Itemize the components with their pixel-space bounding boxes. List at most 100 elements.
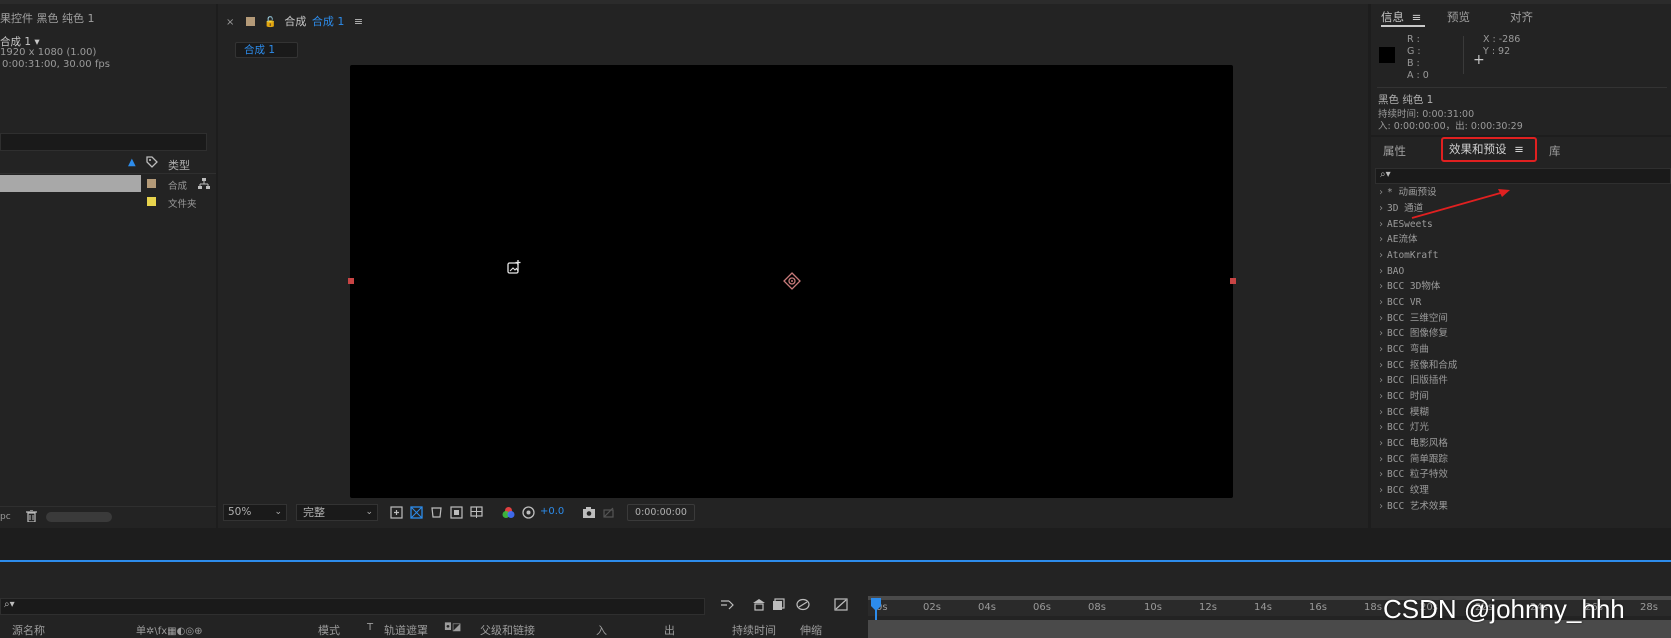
effects-tree-item[interactable]: › BCC 电影风格 — [1375, 436, 1448, 452]
timeline-column-headers: 源名称 单✲\fx▦◐◎⊕ 模式 T 轨道遮罩 ◘◪ 父级和链接 入 出 持续时… — [0, 622, 868, 638]
chevron-right-icon: › — [1378, 375, 1384, 386]
thumbnail-scroll-bar[interactable] — [46, 512, 112, 522]
info-a: A : 0 — [1407, 70, 1429, 81]
info-r: R : — [1407, 34, 1420, 45]
col-in[interactable]: 入 — [596, 622, 607, 638]
project-item-row-comp[interactable]: 合成 — [0, 175, 216, 192]
project-item-row-folder[interactable]: 文件夹 — [0, 193, 216, 210]
column-type-header[interactable]: 类型 — [168, 157, 190, 173]
mask-visibility-icon[interactable] — [430, 506, 443, 522]
snapshot-camera-icon[interactable] — [582, 506, 596, 522]
trash-icon[interactable] — [26, 509, 37, 525]
effects-tree-item[interactable]: › BCC 灯光 — [1375, 420, 1429, 436]
effects-tree-item[interactable]: › BCC 模糊 — [1375, 405, 1429, 421]
layer-handle-left[interactable] — [348, 278, 354, 284]
resolution-chevron-icon: ⌄ — [365, 507, 373, 517]
effects-tree-item[interactable]: › BCC 弯曲 — [1375, 342, 1429, 358]
col-t[interactable]: T — [367, 622, 373, 633]
color-channels-icon[interactable] — [502, 506, 515, 522]
transparency-grid-icon[interactable] — [410, 506, 423, 522]
image-plus-icon[interactable] — [507, 260, 521, 277]
matte-icons[interactable]: ◘◪ — [444, 622, 461, 633]
effects-tree-item[interactable]: › BCC 3D物体 — [1375, 279, 1440, 295]
show-snapshot-icon[interactable] — [602, 506, 615, 522]
fast-preview-icon[interactable] — [390, 506, 403, 522]
effects-presets-tab[interactable]: 效果和预设 ≡ — [1441, 137, 1537, 162]
col-mode[interactable]: 模式 — [318, 622, 340, 638]
preview-tab[interactable]: 预览 — [1447, 9, 1470, 25]
chevron-right-icon: › — [1378, 250, 1384, 261]
effects-tree-item[interactable]: › BCC 纹理 — [1375, 483, 1429, 499]
layer-handle-right[interactable] — [1230, 278, 1236, 284]
frame-blending-icon[interactable] — [796, 598, 810, 614]
draft-3d-icon[interactable] — [752, 598, 766, 614]
col-track-matte[interactable]: 轨道遮罩 — [384, 622, 428, 638]
col-parent[interactable]: 父级和链接 — [480, 622, 535, 638]
col-duration[interactable]: 持续时间 — [732, 622, 776, 638]
effects-tree-item[interactable]: › BCC 图像修复 — [1375, 326, 1448, 342]
col-stretch[interactable]: 伸缩 — [800, 622, 822, 638]
label-swatch-comp[interactable] — [147, 179, 156, 188]
info-tab-label: 信息 — [1381, 10, 1404, 24]
timeline-search-input[interactable]: ⌕▾ — [0, 598, 705, 615]
comp-tab-label-swatch — [245, 17, 255, 26]
comp-resolution: 1920 x 1080 (1.00) — [0, 47, 97, 58]
effects-tree-item[interactable]: › BCC 抠像和合成 — [1375, 358, 1457, 374]
properties-tab[interactable]: 属性 — [1383, 143, 1406, 159]
resolution-select[interactable]: 完整 ⌄ — [296, 504, 378, 521]
effects-menu-icon[interactable]: ≡ — [1514, 142, 1524, 156]
label-swatch-folder[interactable] — [147, 197, 156, 206]
color-swatch — [1379, 47, 1395, 63]
align-tab[interactable]: 对齐 — [1510, 9, 1533, 25]
graph-editor-icon[interactable] — [834, 598, 848, 614]
effects-tree-item[interactable]: › BAO — [1375, 264, 1404, 280]
effects-tree-item[interactable]: › AE流体 — [1375, 232, 1417, 248]
exposure-value[interactable]: +0.0 — [540, 506, 564, 517]
col-source-name[interactable]: 源名称 — [12, 622, 45, 638]
library-tab[interactable]: 库 — [1549, 143, 1561, 159]
effects-search-input[interactable]: ⌕▾ — [1375, 168, 1671, 184]
comp-flowchart-tab[interactable]: 合成 1 — [235, 42, 298, 58]
bpc-label[interactable]: pc — [0, 512, 11, 522]
shy-layers-icon[interactable] — [772, 598, 786, 614]
effects-presets-tab-label: 效果和预设 — [1449, 142, 1507, 156]
effects-tree-item[interactable]: › BCC 旧版插件 — [1375, 373, 1448, 389]
col-out[interactable]: 出 — [664, 622, 675, 638]
anchor-point-icon[interactable] — [783, 272, 801, 293]
region-of-interest-icon[interactable] — [450, 506, 463, 522]
comp-marker-icon[interactable] — [720, 598, 736, 614]
effects-tree-item[interactable]: › BCC VR — [1375, 295, 1421, 311]
comp-tab[interactable]: × 🔓 合成 合成 1 ≡ — [226, 13, 363, 29]
chevron-right-icon: › — [1378, 297, 1384, 308]
effects-tree-item[interactable]: › BCC 粒子特效 — [1375, 467, 1448, 483]
info-menu-icon[interactable]: ≡ — [1412, 10, 1422, 24]
effects-tree: › * 动画预设 › 3D 通道 › AESweets › AE流体 › AtomKraf… — [1375, 185, 1671, 528]
info-y: Y : 92 — [1483, 46, 1511, 57]
ruler-label: 10s — [1144, 602, 1162, 613]
info-tab[interactable]: 信息 ≡ — [1381, 9, 1421, 25]
current-time-display[interactable]: 0:00:00:00 — [627, 504, 695, 521]
effect-controls-tab[interactable]: 果控件 黑色 纯色 1 — [0, 10, 95, 26]
project-search-input[interactable] — [0, 133, 207, 151]
chevron-right-icon: › — [1378, 313, 1384, 324]
ruler-label: 02s — [923, 602, 941, 613]
panel-menu-icon[interactable]: ≡ — [354, 15, 363, 28]
zoom-select[interactable]: 50% ⌄ — [223, 504, 287, 521]
effects-tree-item[interactable]: › BCC 时间 — [1375, 389, 1429, 405]
exposure-reset-icon[interactable] — [522, 506, 535, 522]
effects-tree-item[interactable]: › BCC 三维空间 — [1375, 311, 1448, 327]
effects-tree-item[interactable]: › BCC 简单跟踪 — [1375, 452, 1448, 468]
lock-icon[interactable]: 🔓 — [264, 17, 276, 28]
effects-tree-item[interactable]: › BCC 艺术效果 — [1375, 499, 1448, 515]
label-tag-icon[interactable] — [146, 156, 158, 168]
sort-up-icon[interactable]: ▲ — [128, 157, 136, 168]
crosshair-icon: + — [1473, 52, 1485, 68]
info-in-out: 入: 0:00:00:00，出: 0:00:30:29 — [1378, 121, 1523, 132]
flowchart-icon[interactable] — [198, 178, 210, 192]
effects-tree-item[interactable]: › AtomKraft — [1375, 248, 1438, 264]
close-tab-icon[interactable]: × — [226, 17, 234, 28]
col-switches[interactable]: 单✲\fx▦◐◎⊕ — [136, 622, 202, 637]
chevron-right-icon: › — [1378, 454, 1384, 465]
grid-guides-icon[interactable] — [470, 506, 483, 522]
info-layer-name: 黑色 纯色 1 — [1378, 94, 1434, 106]
